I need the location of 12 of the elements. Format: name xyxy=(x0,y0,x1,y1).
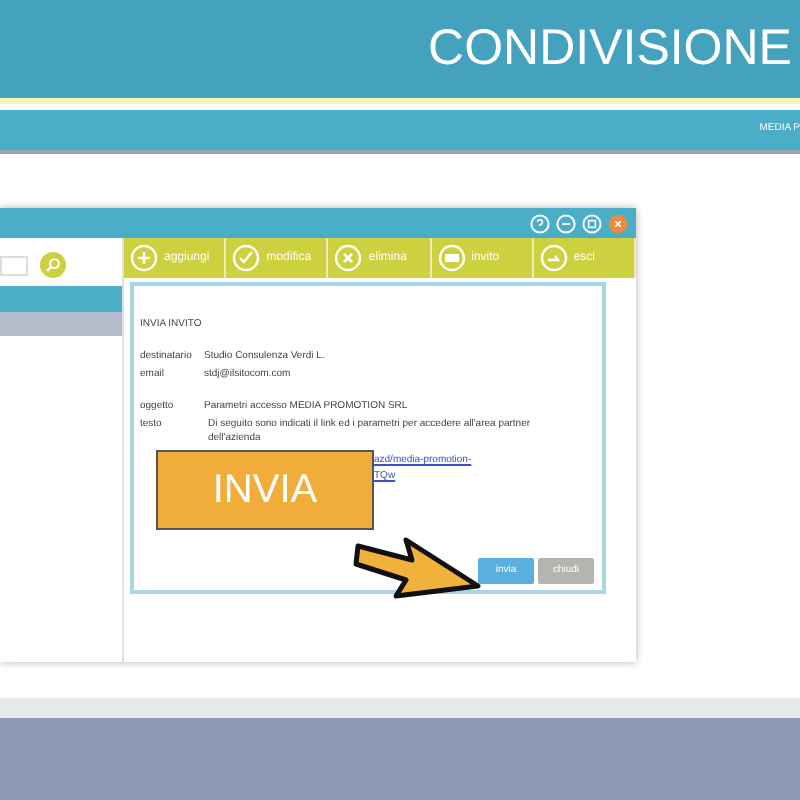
minimize-icon[interactable] xyxy=(556,213,576,233)
x-icon xyxy=(334,244,363,272)
envelope-icon xyxy=(437,244,466,272)
maximize-icon[interactable] xyxy=(582,213,602,233)
page-title: CONDIVISIONE xyxy=(428,17,792,80)
check-icon xyxy=(232,244,261,272)
close-icon[interactable] xyxy=(608,213,628,233)
plus-icon xyxy=(130,244,158,272)
search-field[interactable] xyxy=(0,255,28,275)
help-icon[interactable] xyxy=(530,213,550,233)
invia-callout: INVIA xyxy=(156,450,374,530)
search-icon[interactable] xyxy=(40,252,66,278)
